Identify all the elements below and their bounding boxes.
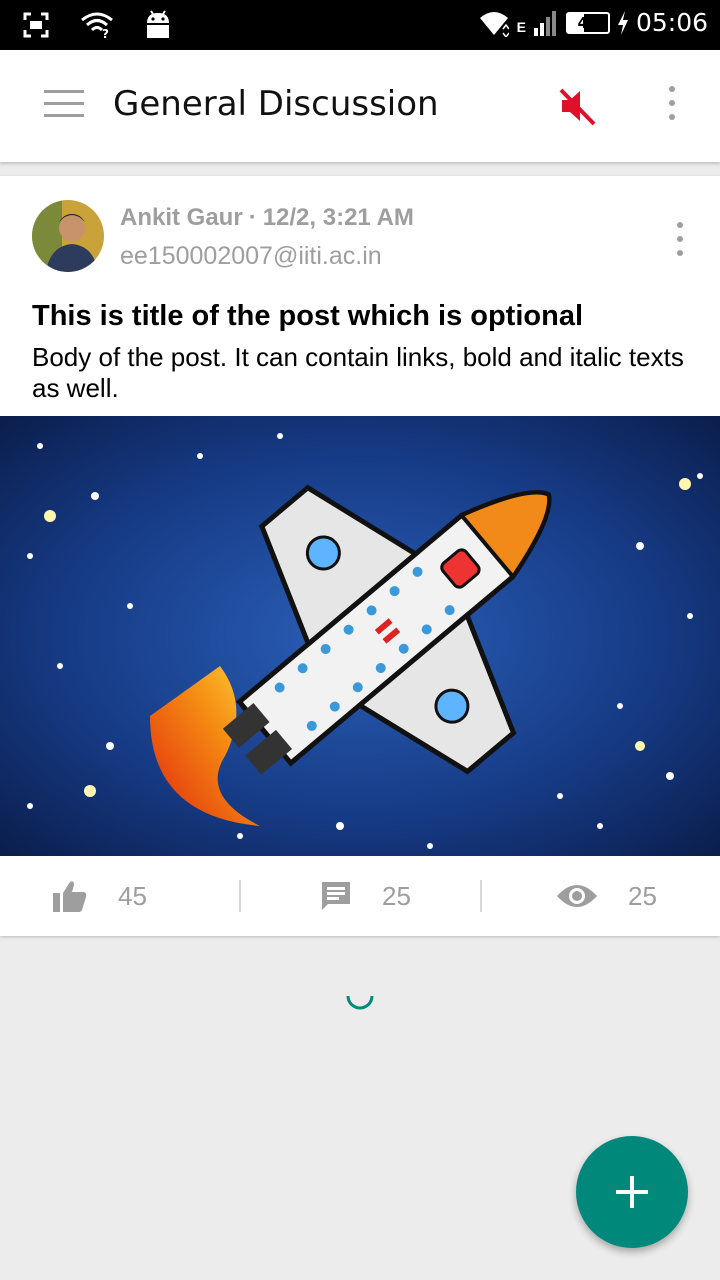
post-timestamp: 12/2, 3:21 AM — [262, 204, 414, 231]
comment-icon — [322, 882, 350, 910]
plus-icon — [616, 1176, 648, 1208]
page-title: General Discussion — [113, 84, 439, 124]
network-type: E — [516, 18, 526, 35]
post-image[interactable] — [0, 416, 720, 856]
comment-count: 25 — [382, 880, 411, 911]
status-bar: ? E 41 05:06 — [0, 0, 720, 50]
post-card: Ankit Gaur · 12/2, 3:21 AM ee150002007@iit… — [0, 176, 720, 936]
hamburger-menu-icon[interactable] — [44, 88, 84, 120]
battery-level: 41 — [577, 13, 599, 32]
add-post-button[interactable] — [576, 1136, 688, 1248]
volume-off-icon[interactable] — [556, 86, 598, 126]
view-count: 25 — [628, 880, 657, 911]
signal-icon — [533, 10, 556, 36]
author-line: Ankit Gaur · 12/2, 3:21 AM — [120, 204, 414, 232]
like-button[interactable]: 45 — [52, 856, 147, 936]
loading-spinner — [344, 980, 376, 1012]
post-more-icon[interactable] — [670, 222, 690, 256]
clock: 05:06 — [635, 8, 708, 37]
like-count: 45 — [118, 880, 147, 911]
charging-icon — [617, 10, 628, 35]
app-bar: General Discussion — [0, 50, 720, 162]
more-vert-icon[interactable] — [658, 86, 686, 126]
avatar[interactable] — [32, 200, 104, 272]
meta-separator: · — [248, 204, 257, 231]
views-indicator[interactable]: 25 — [556, 856, 657, 936]
battery-icon: 41 — [565, 11, 610, 34]
screenshot-icon — [23, 12, 49, 38]
wifi-icon — [479, 11, 509, 37]
comment-button[interactable]: 25 — [320, 856, 411, 936]
svg-text:?: ? — [102, 27, 109, 39]
android-icon — [147, 10, 169, 38]
thumb-up-icon — [53, 881, 87, 912]
wifi-question-icon: ? — [81, 12, 113, 39]
post-title: This is title of the post which is optio… — [32, 300, 584, 332]
divider — [239, 880, 241, 912]
post-actions: 45 25 25 — [0, 856, 720, 936]
divider — [480, 880, 482, 912]
post-body: Body of the post. It can contain links, … — [32, 342, 684, 403]
author-name[interactable]: Ankit Gaur — [120, 204, 243, 231]
author-email: ee150002007@iiti.ac.in — [120, 242, 382, 270]
eye-icon — [557, 885, 597, 907]
